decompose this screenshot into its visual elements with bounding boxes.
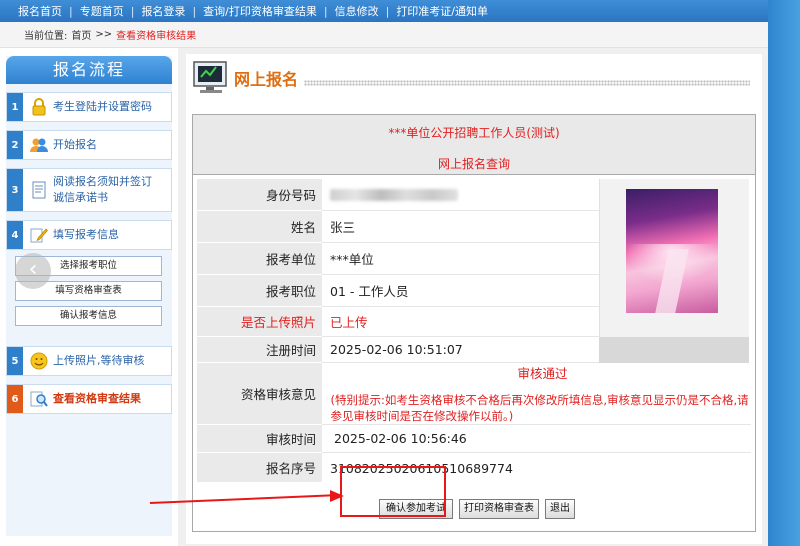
unit-value: ***单位 — [322, 243, 599, 275]
nav-separator: | — [323, 4, 328, 18]
pencil-icon — [29, 226, 49, 244]
step-label: 阅读报名须知并签订诚信承诺书 — [53, 175, 152, 204]
row-review-time: 审核时间 2025-02-06 10:56:46 — [197, 425, 751, 453]
registration-result-table: ***单位公开招聘工作人员(测试) 网上报名查询 身份号码 姓名 张三 报考单位… — [192, 114, 756, 532]
query-subtitle: 网上报名查询 — [437, 157, 510, 171]
nav-signup-home[interactable]: 报名首页 — [18, 3, 62, 19]
blurred-id-number — [330, 188, 458, 201]
name-value: 张三 — [322, 211, 599, 243]
unit-label: 报考单位 — [197, 243, 322, 275]
review-opinion-label: 资格审核意见 — [197, 363, 322, 425]
nav-edit-info[interactable]: 信息修改 — [335, 3, 379, 19]
step-label: 开始报名 — [53, 138, 97, 151]
name-label: 姓名 — [197, 211, 322, 243]
position-label: 报考职位 — [197, 275, 322, 307]
step-number: 4 — [7, 221, 23, 249]
step-label: 上传照片,等待审核 — [53, 354, 145, 367]
step-number: 2 — [7, 131, 23, 159]
review-status: 审核通过 — [517, 366, 568, 381]
breadcrumb-arrow: >> — [95, 29, 113, 40]
nav-print-ticket[interactable]: 打印准考证/通知单 — [396, 3, 488, 19]
row-position: 报考职位 01 - 工作人员 — [197, 275, 599, 307]
nav-login[interactable]: 报名登录 — [141, 3, 185, 19]
step-label: 查看资格审查结果 — [53, 392, 141, 405]
nav-topic-home[interactable]: 专题首页 — [80, 3, 124, 19]
main-content: 网上报名 ***单位公开招聘工作人员(测试) 网上报名查询 身份号码 姓名 张三… — [178, 48, 768, 546]
empty-gray-cell — [599, 337, 749, 363]
step-number: 6 — [7, 385, 23, 413]
photo-cell — [599, 179, 749, 337]
row-photo-uploaded: 是否上传照片 已上传 — [197, 307, 599, 337]
photo-uploaded-value: 已上传 — [322, 307, 599, 337]
step-number: 1 — [7, 93, 23, 121]
breadcrumb: 当前位置: 首页 >> 查看资格审核结果 — [0, 22, 768, 48]
top-navigation: 报名首页 | 专题首页 | 报名登录 | 查询/打印资格审查结果 | 信息修改 … — [0, 0, 768, 22]
title-dotted-divider — [304, 80, 750, 86]
sidebar-step-view-result[interactable]: 6 查看资格审查结果 — [6, 384, 172, 414]
smiley-icon — [29, 352, 49, 370]
row-id-number: 身份号码 — [197, 179, 599, 211]
id-number-label: 身份号码 — [197, 179, 322, 211]
sidebar-step-read-notice[interactable]: 3 阅读报名须知并签订诚信承诺书 — [6, 168, 172, 212]
nav-separator: | — [385, 4, 390, 18]
section-title: 网上报名 — [234, 70, 299, 89]
step-label: 填写报考信息 — [53, 228, 119, 241]
magnifier-icon — [29, 390, 49, 408]
step-number: 3 — [7, 169, 23, 211]
step-number: 5 — [7, 347, 23, 375]
id-number-value — [322, 179, 599, 211]
right-edge-bar — [768, 0, 800, 546]
position-value: 01 - 工作人员 — [322, 275, 599, 307]
document-icon — [29, 181, 49, 199]
breadcrumb-current: 查看资格审核结果 — [116, 31, 197, 42]
nav-separator: | — [69, 4, 73, 18]
process-sidebar: 报名流程 1 考生登陆并设置密码 2 开始报名 3 阅读报名须知并签订诚信承诺书… — [6, 56, 172, 536]
section-header: 网上报名 — [192, 60, 756, 96]
content-card: 网上报名 ***单位公开招聘工作人员(测试) 网上报名查询 身份号码 姓名 张三… — [186, 54, 762, 544]
annotation-arrow-head — [330, 490, 344, 502]
substep-confirm-info[interactable]: 确认报考信息 — [15, 306, 162, 326]
applicant-photo — [626, 189, 718, 313]
action-bar: 确认参加考试 打印资格审查表 退出 — [197, 489, 753, 529]
row-register-time: 注册时间 2025-02-06 10:51:07 — [197, 337, 599, 363]
row-unit: 报考单位 ***单位 — [197, 243, 599, 275]
annotation-highlight-box — [340, 466, 446, 517]
register-time-value: 2025-02-06 10:51:07 — [322, 337, 599, 363]
row-serial-number: 报名序号 31082025020610510689774 — [197, 453, 751, 483]
lock-icon — [29, 98, 49, 116]
back-arrow-button[interactable]: ‹ — [15, 253, 51, 289]
monitor-icon — [192, 60, 230, 96]
step-label: 考生登陆并设置密码 — [53, 100, 152, 113]
register-time-label: 注册时间 — [197, 337, 322, 363]
recruitment-title: ***单位公开招聘工作人员(测试) — [388, 126, 560, 140]
nav-separator: | — [192, 4, 197, 18]
nav-separator: | — [130, 4, 135, 18]
breadcrumb-prefix: 当前位置: — [24, 31, 68, 42]
print-review-form-button[interactable]: 打印资格审查表 — [459, 499, 539, 519]
review-notice: (特别提示:如考生资格审核不合格后再次修改所填信息,审核意见显示仍是不合格,请参… — [330, 393, 749, 423]
sidebar-step-upload-photo[interactable]: 5 上传照片,等待审核 — [6, 346, 172, 376]
nav-query-results[interactable]: 查询/打印资格审查结果 — [203, 3, 317, 19]
result-header: ***单位公开招聘工作人员(测试) 网上报名查询 — [193, 115, 755, 175]
review-time-label: 审核时间 — [197, 425, 322, 453]
row-review-opinion: 资格审核意见 审核通过 (特别提示:如考生资格审核不合格后再次修改所填信息,审核… — [197, 363, 751, 425]
photo-uploaded-label: 是否上传照片 — [197, 307, 322, 337]
row-name: 姓名 张三 — [197, 211, 599, 243]
exit-button[interactable]: 退出 — [545, 499, 575, 519]
sidebar-step-login[interactable]: 1 考生登陆并设置密码 — [6, 92, 172, 122]
sidebar-step-fill-info[interactable]: 4 填写报考信息 — [6, 220, 172, 250]
sidebar-title: 报名流程 — [6, 56, 172, 84]
sidebar-step-start[interactable]: 2 开始报名 — [6, 130, 172, 160]
review-opinion-value: 审核通过 (特别提示:如考生资格审核不合格后再次修改所填信息,审核意见显示仍是不… — [322, 363, 751, 425]
serial-number-label: 报名序号 — [197, 453, 322, 483]
users-icon — [29, 136, 49, 154]
breadcrumb-home[interactable]: 首页 — [71, 27, 91, 42]
review-time-value: 2025-02-06 10:56:46 — [322, 425, 751, 453]
